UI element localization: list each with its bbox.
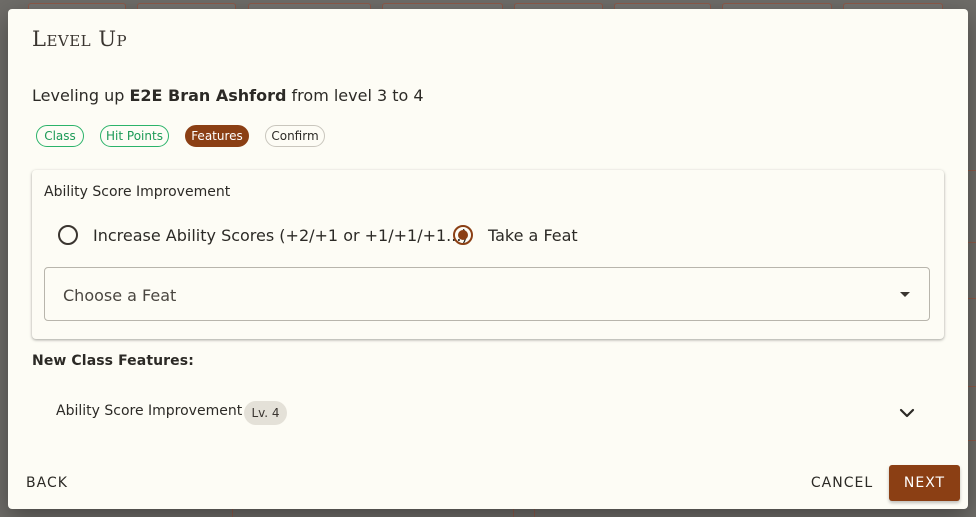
step-class[interactable]: Class [36,125,84,147]
radio-unchecked-icon[interactable] [58,225,78,245]
chevron-down-icon[interactable] [899,406,915,420]
character-name: E2E Bran Ashford [129,86,287,105]
step-confirm[interactable]: Confirm [265,125,325,147]
background-divider [968,440,976,441]
level-up-subtitle: Leveling up E2E Bran Ashford from level … [32,86,424,105]
background-divider [534,509,535,517]
dialog-title: Level Up [32,27,128,51]
cancel-button[interactable]: Cancel [806,465,878,501]
level-chip: Lv. 4 [244,401,287,425]
back-button[interactable]: Back [20,465,74,501]
subtitle-suffix: from level 3 to 4 [286,86,424,105]
choose-feat-select[interactable]: Choose a Feat [44,267,930,321]
take-a-feat-radio[interactable]: Take a Feat [453,225,578,245]
background-divider [968,170,976,171]
radio-label: Take a Feat [488,225,578,245]
asi-card-title: Ability Score Improvement [44,184,231,200]
radio-label: Increase Ability Scores (+2/+1 or +1/+1/… [93,225,468,245]
background-divider [968,386,976,387]
feature-name: Ability Score Improvement [56,403,243,419]
next-button[interactable]: Next [889,465,960,501]
increase-ability-scores-radio[interactable]: Increase Ability Scores (+2/+1 or +1/+1/… [58,225,468,245]
background-divider [968,242,976,243]
ability-score-improvement-card: Ability Score Improvement Increase Abili… [32,170,944,339]
background-divider [232,509,233,517]
caret-down-icon[interactable] [900,292,910,297]
new-class-features-heading: New Class Features: [32,353,194,369]
step-features[interactable]: Features [185,125,249,147]
background-divider [968,298,976,299]
radio-checked-icon[interactable] [453,225,473,245]
level-up-dialog: Level Up Leveling up E2E Bran Ashford fr… [8,9,968,509]
class-feature-accordion[interactable]: Ability Score Improvement Lv. 4 [32,392,944,434]
select-placeholder: Choose a Feat [63,286,177,305]
subtitle-prefix: Leveling up [32,86,130,105]
step-hit-points[interactable]: Hit Points [100,125,169,147]
background-divider [513,509,514,517]
